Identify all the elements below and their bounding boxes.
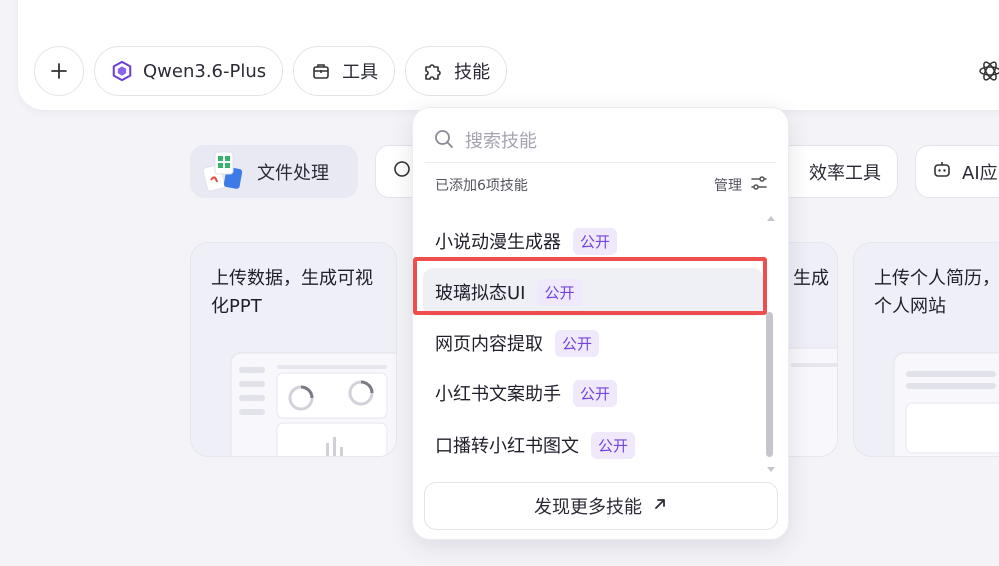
app-page: Qwen3.6-Plus 工具 技能 文件处理 效率工具 AI应 上传数据，生成… xyxy=(0,0,999,566)
public-badge: 公开 xyxy=(573,379,618,407)
robot-icon xyxy=(932,159,952,184)
public-badge: 公开 xyxy=(555,329,600,357)
arrow-up-right-icon xyxy=(652,496,668,517)
puzzle-icon xyxy=(422,60,444,82)
skills-search xyxy=(433,122,768,160)
category-ai-apps[interactable]: AI应 xyxy=(915,145,999,198)
scroll-up-arrow-icon[interactable] xyxy=(766,208,776,221)
skill-name: 小红书文案助手 xyxy=(435,384,561,405)
skills-button[interactable]: 技能 xyxy=(405,46,508,96)
skills-search-input[interactable] xyxy=(465,130,745,152)
public-badge: 公开 xyxy=(537,278,582,306)
added-skills-count: 已添加6项技能 xyxy=(435,178,528,194)
tools-label: 工具 xyxy=(342,62,379,83)
skill-name: 口播转小红书图文 xyxy=(435,436,579,457)
tools-button[interactable]: 工具 xyxy=(293,46,396,96)
skill-name: 小说动漫生成器 xyxy=(435,232,561,253)
skill-item-glass-ui[interactable]: 玻璃拟态UI 公开 xyxy=(423,268,763,316)
added-skills-row: 已添加6项技能 管理 xyxy=(435,174,768,196)
feature-card-website[interactable]: 上传个人简历， 个人网站 xyxy=(853,242,999,457)
skill-item-novel-anime[interactable]: 小说动漫生成器 公开 xyxy=(423,217,763,265)
model-label: Qwen3.6-Plus xyxy=(143,60,267,82)
search-icon xyxy=(433,128,455,154)
skill-name: 网页内容提取 xyxy=(435,334,543,355)
feature-card-ppt[interactable]: 上传数据，生成可视 化PPT xyxy=(190,242,397,457)
skill-name: 玻璃拟态UI xyxy=(435,283,526,304)
file-processing-icon xyxy=(199,148,247,196)
manage-skills-button[interactable]: 管理 xyxy=(714,175,768,195)
skills-dropdown: 已添加6项技能 管理 小说动漫生成器 公开 xyxy=(412,107,789,540)
model-selector-button[interactable]: Qwen3.6-Plus xyxy=(94,46,284,96)
skill-item-speech-to-post[interactable]: 口播转小红书图文 公开 xyxy=(423,421,763,469)
input-toolbar: Qwen3.6-Plus 工具 技能 xyxy=(34,46,508,96)
plus-icon xyxy=(48,60,70,82)
toolbox-icon xyxy=(310,60,332,82)
category-label: 文件处理 xyxy=(257,162,329,184)
category-file-processing[interactable]: 文件处理 xyxy=(190,145,358,198)
scrollbar-thumb[interactable] xyxy=(766,312,773,457)
category-label: 效率工具 xyxy=(809,162,881,184)
public-badge: 公开 xyxy=(591,431,636,459)
qwen-logo-icon xyxy=(111,60,133,82)
scroll-down-arrow-icon[interactable] xyxy=(766,460,776,472)
divider xyxy=(425,162,776,163)
manage-label: 管理 xyxy=(714,178,742,194)
skill-item-web-extract[interactable]: 网页内容提取 公开 xyxy=(423,319,763,367)
discover-more-skills-button[interactable]: 发现更多技能 xyxy=(424,482,778,530)
discover-label: 发现更多技能 xyxy=(534,497,642,518)
sliders-icon xyxy=(750,175,768,195)
globe-icon xyxy=(392,159,412,184)
atom-icon[interactable] xyxy=(977,58,999,84)
add-button[interactable] xyxy=(34,46,84,96)
category-label: AI应 xyxy=(962,162,998,184)
skill-item-xiaohongshu-copy[interactable]: 小红书文案助手 公开 xyxy=(423,369,763,417)
skills-label: 技能 xyxy=(454,62,491,83)
public-badge: 公开 xyxy=(573,227,618,255)
